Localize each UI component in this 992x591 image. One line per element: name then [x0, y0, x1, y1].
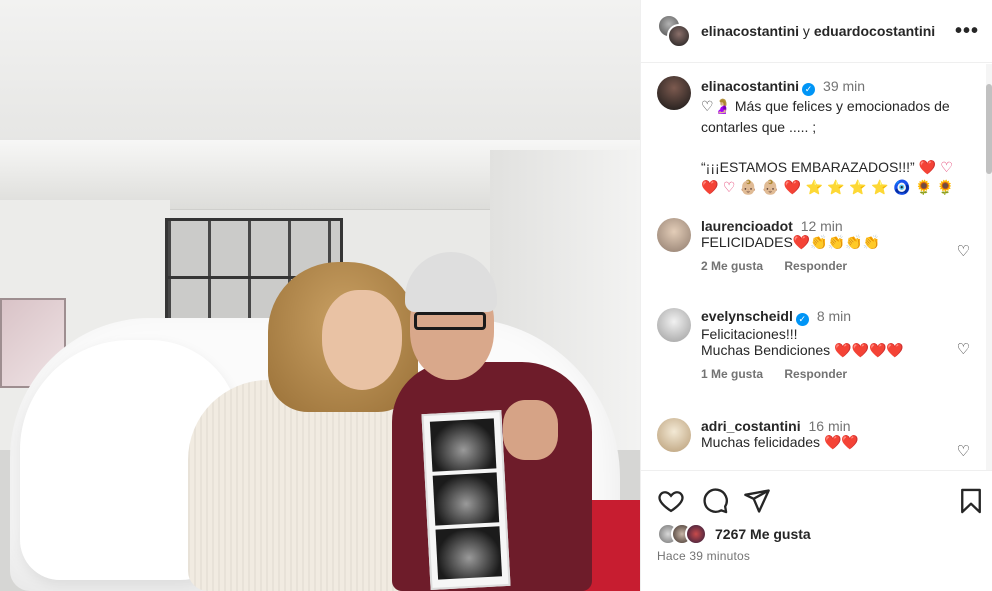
man-glasses: [414, 312, 486, 330]
caption-text: Más que felices y emocionados de contarl…: [701, 98, 950, 135]
man-hand: [503, 400, 558, 460]
post-caption: elinacostantini ✓ 39 min ♡🤰🏼 Más que felic…: [657, 76, 977, 198]
post-authors: elinacostantini y eduardocostantini: [701, 23, 935, 39]
caption-emojis: ♡🤰🏼: [701, 99, 731, 115]
ultrasound-frame: [435, 526, 503, 580]
reply-button[interactable]: Responder: [784, 259, 847, 273]
avatar: [685, 523, 707, 545]
avatar[interactable]: [657, 76, 691, 110]
heart-outline-icon[interactable]: ♡: [957, 340, 970, 358]
verified-icon: ✓: [802, 83, 816, 96]
verified-icon: ✓: [795, 313, 809, 326]
likes-number: 7267: [715, 526, 747, 542]
comment-icon[interactable]: [701, 487, 729, 515]
avatar: [667, 24, 691, 48]
comment: evelynscheidl ✓ 8 min Felicitaciones!!! Mu…: [657, 308, 982, 381]
comment: adri_costantini 16 min Muchas felicidade…: [657, 418, 982, 460]
more-options-icon[interactable]: •••: [955, 20, 979, 43]
ultrasound-strip: [421, 410, 511, 590]
ultrasound-frame: [429, 418, 497, 472]
caption-emojis: ❤️ ♡: [918, 160, 953, 176]
comment-text: Felicitaciones!!!: [701, 326, 798, 342]
caption-body: elinacostantini ✓ 39 min ♡🤰🏼 Más que felic…: [701, 76, 977, 198]
collab-avatars[interactable]: [657, 14, 691, 48]
avatar[interactable]: [657, 218, 691, 252]
comment-text: Muchas felicidades: [701, 434, 821, 450]
comment-username[interactable]: laurencioadot: [701, 218, 793, 234]
likes-count[interactable]: 7267 Me gusta: [715, 526, 811, 542]
comment-emojis: ❤️❤️: [823, 435, 859, 451]
post-header: elinacostantini y eduardocostantini •••: [641, 0, 992, 63]
comment-emojis: ❤️❤️❤️❤️: [834, 343, 904, 359]
comments-scroll[interactable]: elinacostantini ✓ 39 min ♡🤰🏼 Más que felic…: [641, 64, 992, 470]
heart-outline-icon[interactable]: ♡: [957, 442, 970, 460]
post-time[interactable]: Hace 39 minutos: [657, 549, 750, 563]
ultrasound-frame: [432, 472, 500, 526]
comment-body: laurencioadot 12 min FELICIDADES❤️👏👏👏👏 2…: [701, 218, 941, 273]
heart-outline-icon[interactable]: [657, 487, 685, 515]
comment-time[interactable]: 16 min: [808, 418, 850, 434]
bookmark-icon[interactable]: [957, 487, 985, 515]
post-side-panel: elinacostantini y eduardocostantini ••• …: [640, 0, 992, 591]
post-actions: 7267 Me gusta Hace 39 minutos: [641, 470, 992, 591]
comment-actions: 2 Me gusta Responder: [701, 259, 941, 273]
comment-text: Muchas Bendiciones: [701, 342, 831, 358]
author-link[interactable]: elinacostantini: [701, 23, 799, 39]
comment: laurencioadot 12 min FELICIDADES❤️👏👏👏👏 2…: [657, 218, 982, 273]
woman-face: [322, 290, 402, 390]
post-photo[interactable]: [0, 0, 640, 591]
comment-likes[interactable]: 1 Me gusta: [701, 367, 763, 381]
avatar[interactable]: [657, 308, 691, 342]
comment-time[interactable]: 12 min: [801, 218, 843, 234]
comment-username[interactable]: evelynscheidl: [701, 308, 793, 324]
comment-body: evelynscheidl ✓ 8 min Felicitaciones!!! Mu…: [701, 308, 941, 381]
comment-time[interactable]: 8 min: [817, 308, 851, 324]
comment-body: adri_costantini 16 min Muchas felicidade…: [701, 418, 941, 452]
avatar[interactable]: [657, 418, 691, 452]
caption-username[interactable]: elinacostantini: [701, 78, 799, 94]
scrollbar-thumb[interactable]: [986, 84, 992, 174]
man-hair: [405, 252, 497, 312]
caption-time[interactable]: 39 min: [823, 78, 865, 94]
comment-text: FELICIDADES: [701, 234, 793, 250]
comment-username[interactable]: adri_costantini: [701, 418, 801, 434]
author-conjunction: y: [802, 23, 810, 39]
heart-outline-icon[interactable]: ♡: [957, 242, 970, 260]
share-icon[interactable]: [743, 487, 771, 515]
caption-emojis: ❤️ ♡ 👶🏼 👶🏼 ❤️ ⭐ ⭐ ⭐ ⭐ 🧿 🌻 🌻: [701, 180, 955, 196]
comment-actions: 1 Me gusta Responder: [701, 367, 941, 381]
caption-announcement: “¡¡¡ESTAMOS EMBARAZADOS!!!”: [701, 159, 915, 175]
comment-emojis: ❤️👏👏👏👏: [792, 235, 880, 251]
author-link[interactable]: eduardocostantini: [814, 23, 935, 39]
comment-likes[interactable]: 2 Me gusta: [701, 259, 763, 273]
likes-row[interactable]: 7267 Me gusta: [657, 523, 811, 545]
reply-button[interactable]: Responder: [784, 367, 847, 381]
likes-label: Me gusta: [750, 526, 811, 542]
